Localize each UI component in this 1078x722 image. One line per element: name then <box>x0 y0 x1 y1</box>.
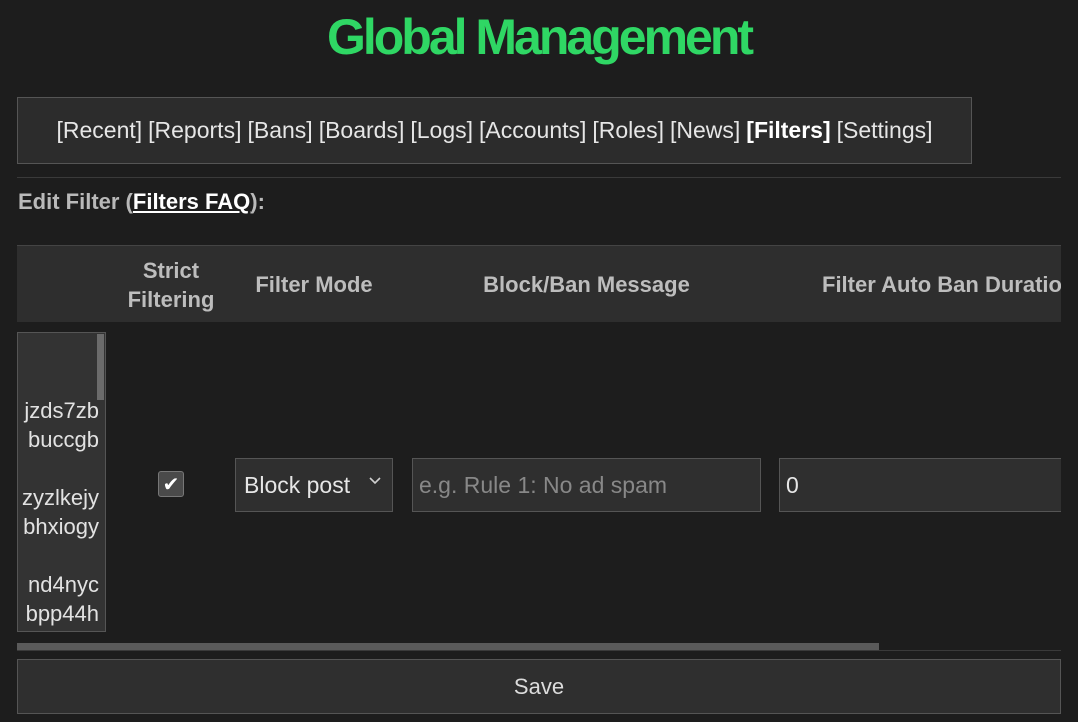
save-button[interactable]: Save <box>17 659 1061 714</box>
filter-line: zyzlkejy <box>21 485 99 510</box>
filter-line: bpp44h <box>25 601 99 626</box>
page-title: Global Management <box>326 9 754 65</box>
strict-filtering-checkbox[interactable]: ✔ <box>158 471 184 497</box>
textarea-scrollbar[interactable] <box>97 334 104 400</box>
header-strict-filtering: Strict Filtering <box>112 246 230 323</box>
filters-textarea[interactable]: jzds7zb buccgb zyzlkejy bhxiogy nd4nyc b… <box>17 332 106 632</box>
edit-filter-prefix: Edit Filter ( <box>18 189 133 214</box>
filter-line: bhxiogy <box>23 514 99 539</box>
edit-filter-heading: Edit Filter (Filters FAQ): <box>18 189 265 215</box>
header-strict-line1: Strict <box>142 257 200 283</box>
chevron-down-icon <box>369 477 381 485</box>
section-divider <box>17 177 1061 178</box>
filter-line: buccgb <box>28 427 99 452</box>
header-block-ban-message: Block/Ban Message <box>483 272 690 297</box>
auto-ban-duration-input[interactable]: 0 <box>779 458 1061 512</box>
block-message-input[interactable]: e.g. Rule 1: No ad spam <box>412 458 761 512</box>
filter-line: jzds7zb <box>24 398 99 423</box>
filter-table: Strict Filtering Filter Mode Block/Ban M… <box>17 245 1061 650</box>
nav-link-filters[interactable]: [Filters] <box>746 117 830 144</box>
nav-link-boards[interactable]: [Boards] <box>319 117 405 144</box>
filter-line: nd4nyc <box>28 572 99 597</box>
filter-mode-select[interactable]: Block post <box>235 458 393 512</box>
header-auto-ban-duration: Filter Auto Ban Duratio <box>822 272 1061 297</box>
header-strict-line2: Filtering <box>127 286 215 312</box>
edit-filter-suffix: ): <box>250 189 265 214</box>
table-header-row: Strict Filtering Filter Mode Block/Ban M… <box>17 245 1061 322</box>
nav-link-roles[interactable]: [Roles] <box>592 117 664 144</box>
horizontal-scrollbar[interactable] <box>17 643 879 650</box>
auto-ban-duration-value: 0 <box>786 471 799 498</box>
nav-link-reports[interactable]: [Reports] <box>148 117 241 144</box>
nav-link-bans[interactable]: [Bans] <box>247 117 312 144</box>
nav-link-recent[interactable]: [Recent] <box>56 117 142 144</box>
block-message-placeholder: e.g. Rule 1: No ad spam <box>419 471 668 498</box>
filters-faq-link[interactable]: Filters FAQ <box>133 189 250 214</box>
nav-link-settings[interactable]: [Settings] <box>837 117 933 144</box>
nav-link-accounts[interactable]: [Accounts] <box>479 117 586 144</box>
page: Global Management [Recent] [Reports] [Ba… <box>0 0 1078 722</box>
header-filter-mode: Filter Mode <box>255 272 373 297</box>
nav-link-logs[interactable]: [Logs] <box>410 117 473 144</box>
filter-mode-value: Block post <box>244 471 351 498</box>
management-nav: [Recent] [Reports] [Bans] [Boards] [Logs… <box>17 97 972 164</box>
footer-divider <box>17 650 1061 651</box>
nav-link-news[interactable]: [News] <box>670 117 740 144</box>
